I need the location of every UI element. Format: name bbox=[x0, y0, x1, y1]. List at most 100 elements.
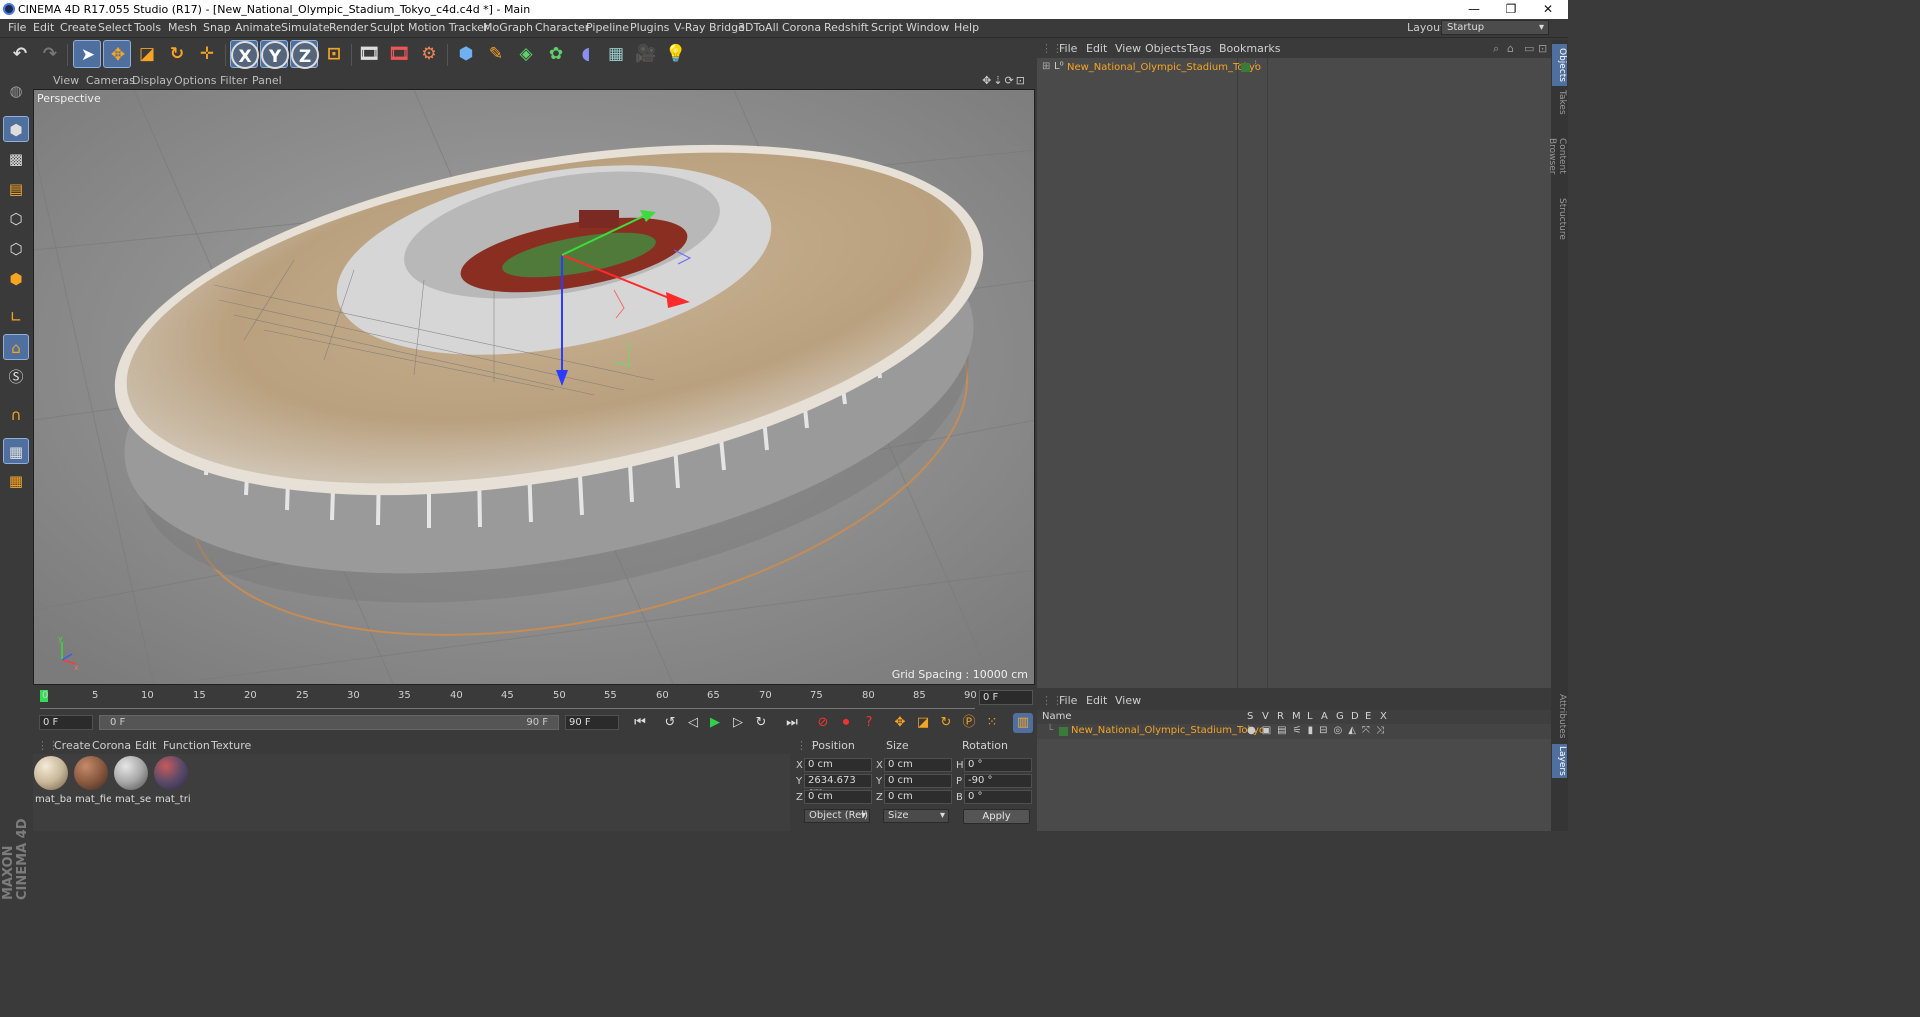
layer-menu-view[interactable]: View bbox=[1115, 694, 1141, 707]
timeline-ruler[interactable]: 0 5 10 15 20 25 30 35 40 45 50 55 60 65 … bbox=[33, 688, 1036, 710]
restore-button[interactable]: ❐ bbox=[1493, 0, 1529, 19]
viewport-menu-filter[interactable]: Filter bbox=[220, 74, 247, 87]
key-scale-button[interactable]: ◪ bbox=[913, 713, 933, 733]
menu-simulate[interactable]: Simulate bbox=[281, 21, 330, 34]
material-swatch[interactable]: mat_trib bbox=[154, 756, 191, 806]
pen-spline-button[interactable]: ✎ bbox=[482, 40, 510, 68]
light-button[interactable]: 💡 bbox=[662, 40, 690, 68]
model-mode-button[interactable]: ⬢ bbox=[3, 116, 29, 142]
rotation-h-field[interactable]: 0 ° bbox=[964, 758, 1032, 772]
expand-tree-icon[interactable]: ⊞ bbox=[1042, 61, 1050, 72]
next-frame-button[interactable]: ▷ bbox=[728, 713, 748, 733]
add-cube-button[interactable]: ⬢ bbox=[452, 40, 480, 68]
minimize-button[interactable]: — bbox=[1456, 0, 1492, 19]
viewport-nav-icons[interactable]: ✥⇣⟳⊡ bbox=[982, 74, 1027, 87]
menu-sculpt[interactable]: Sculpt bbox=[370, 21, 404, 34]
timeline-window-button[interactable]: ▥ bbox=[1013, 713, 1033, 733]
texture-mode-button[interactable]: ▩ bbox=[3, 146, 29, 172]
current-frame-field[interactable]: 0 F bbox=[979, 690, 1033, 705]
y-axis-lock-button[interactable]: Y bbox=[260, 40, 289, 69]
size-y-field[interactable]: 0 cm bbox=[884, 774, 952, 788]
column-render[interactable]: R bbox=[1277, 711, 1284, 722]
layer-color-swatch[interactable] bbox=[1241, 63, 1250, 72]
tab-attributes[interactable]: Attributes bbox=[1552, 692, 1567, 740]
column-xref[interactable]: X bbox=[1380, 711, 1387, 722]
viewport-menu-display[interactable]: Display bbox=[132, 74, 173, 87]
object-row[interactable]: ⊞ L⁰ New_National_Olympic_Stadium_Tokyo … bbox=[1039, 59, 1549, 75]
key-pla-button[interactable]: ⁙ bbox=[982, 713, 1002, 733]
menu-pipeline[interactable]: Pipeline bbox=[586, 21, 629, 34]
z-axis-lock-button[interactable]: Z bbox=[290, 40, 319, 69]
search-icon[interactable]: ⌕ bbox=[1493, 42, 1499, 56]
menu-help[interactable]: Help bbox=[954, 21, 979, 34]
go-to-start-button[interactable]: ⏮ bbox=[630, 713, 650, 733]
frame-range-slider[interactable]: 0 F 90 F bbox=[99, 715, 559, 730]
end-frame-field[interactable]: 90 F bbox=[565, 715, 619, 730]
tab-objects[interactable]: Objects bbox=[1552, 44, 1567, 86]
material-swatch[interactable]: mat_sea bbox=[114, 756, 151, 806]
workplane-mode-button[interactable]: ▤ bbox=[3, 176, 29, 202]
close-button[interactable]: ✕ bbox=[1530, 0, 1566, 19]
menu-script[interactable]: Script bbox=[871, 21, 903, 34]
tweak-mode-button[interactable]: ⌂ bbox=[3, 334, 29, 360]
menu-corona[interactable]: Corona bbox=[782, 21, 821, 34]
material-swatch[interactable]: mat_bas bbox=[34, 756, 71, 806]
points-mode-button[interactable]: ⬡ bbox=[3, 206, 29, 232]
play-button[interactable]: ▶ bbox=[705, 713, 725, 733]
edit-render-settings-button[interactable]: ⚙ bbox=[415, 40, 443, 68]
menu-window[interactable]: Window bbox=[906, 21, 949, 34]
menu-file[interactable]: File bbox=[8, 21, 26, 34]
previous-key-button[interactable]: ↺ bbox=[660, 713, 680, 733]
column-view[interactable]: V bbox=[1262, 711, 1269, 722]
viewport-menu-options[interactable]: Options bbox=[174, 74, 216, 87]
objects-menu-objects[interactable]: Objects bbox=[1145, 42, 1187, 55]
key-position-button[interactable]: ✥ bbox=[890, 713, 910, 733]
live-selection-button[interactable]: ➤ bbox=[73, 40, 101, 68]
x-axis-lock-button[interactable]: X bbox=[230, 40, 259, 69]
layer-menu-file[interactable]: File bbox=[1059, 694, 1077, 707]
column-deformers[interactable]: D bbox=[1351, 711, 1359, 722]
material-menu-texture[interactable]: Texture bbox=[211, 739, 251, 752]
make-editable-button[interactable]: ◍ bbox=[3, 78, 29, 104]
camera-button[interactable]: 🎥 bbox=[632, 40, 660, 68]
material-menu-create[interactable]: Create bbox=[54, 739, 91, 752]
move-button[interactable]: ✥ bbox=[103, 40, 131, 68]
rotate-button[interactable]: ↻ bbox=[163, 40, 191, 68]
subdivision-surface-button[interactable]: ◈ bbox=[512, 40, 540, 68]
material-menu-corona[interactable]: Corona bbox=[92, 739, 131, 752]
planar-workplane-button[interactable]: ▦ bbox=[3, 468, 29, 494]
material-menu-edit[interactable]: Edit bbox=[135, 739, 156, 752]
rotation-b-field[interactable]: 0 ° bbox=[964, 790, 1032, 804]
new-window-icon[interactable]: ▭ bbox=[1524, 42, 1534, 55]
tab-takes[interactable]: Takes bbox=[1552, 88, 1567, 116]
axis-mode-button[interactable]: ∟ bbox=[3, 304, 29, 330]
coordinate-system-button[interactable]: ⊡ bbox=[320, 40, 348, 68]
column-locked[interactable]: L bbox=[1307, 711, 1313, 722]
render-view-button[interactable]: 🎞 bbox=[355, 40, 383, 68]
position-x-field[interactable]: 0 cm bbox=[804, 758, 872, 772]
scale-button[interactable]: ◪ bbox=[133, 40, 161, 68]
snap-button[interactable]: ∩ bbox=[3, 402, 29, 428]
keyframe-selection-button[interactable]: ? bbox=[859, 713, 879, 733]
viewport-menu-panel[interactable]: Panel bbox=[252, 74, 282, 87]
workplane-lock-button[interactable]: ▦ bbox=[3, 438, 29, 464]
objects-menu-bookmarks[interactable]: Bookmarks bbox=[1219, 42, 1280, 55]
column-solo[interactable]: S bbox=[1247, 711, 1253, 722]
autokey-button[interactable]: ⏺ bbox=[836, 713, 856, 733]
layer-color-swatch[interactable] bbox=[1059, 727, 1068, 736]
material-menu-function[interactable]: Function bbox=[163, 739, 210, 752]
menu-mograph[interactable]: MoGraph bbox=[483, 21, 533, 34]
key-rotation-button[interactable]: ↻ bbox=[936, 713, 956, 733]
layer-row[interactable]: └ New_National_Olympic_Stadium_Tokyo ●▣▤… bbox=[1037, 724, 1551, 739]
tab-content-browser[interactable]: Content Browser bbox=[1547, 120, 1567, 192]
size-mode-select[interactable]: Size ▾ bbox=[883, 809, 949, 823]
layer-name[interactable]: New_National_Olympic_Stadium_Tokyo bbox=[1071, 725, 1265, 736]
menu-tools[interactable]: Tools bbox=[134, 21, 161, 34]
menu-3dtoall[interactable]: 3DToAll bbox=[738, 21, 779, 34]
size-z-field[interactable]: 0 cm bbox=[884, 790, 952, 804]
next-key-button[interactable]: ↻ bbox=[751, 713, 771, 733]
menu-plugins[interactable]: Plugins bbox=[630, 21, 669, 34]
cloner-button[interactable]: ✿ bbox=[542, 40, 570, 68]
menu-create[interactable]: Create bbox=[60, 21, 97, 34]
objects-menu-edit[interactable]: Edit bbox=[1086, 42, 1107, 55]
